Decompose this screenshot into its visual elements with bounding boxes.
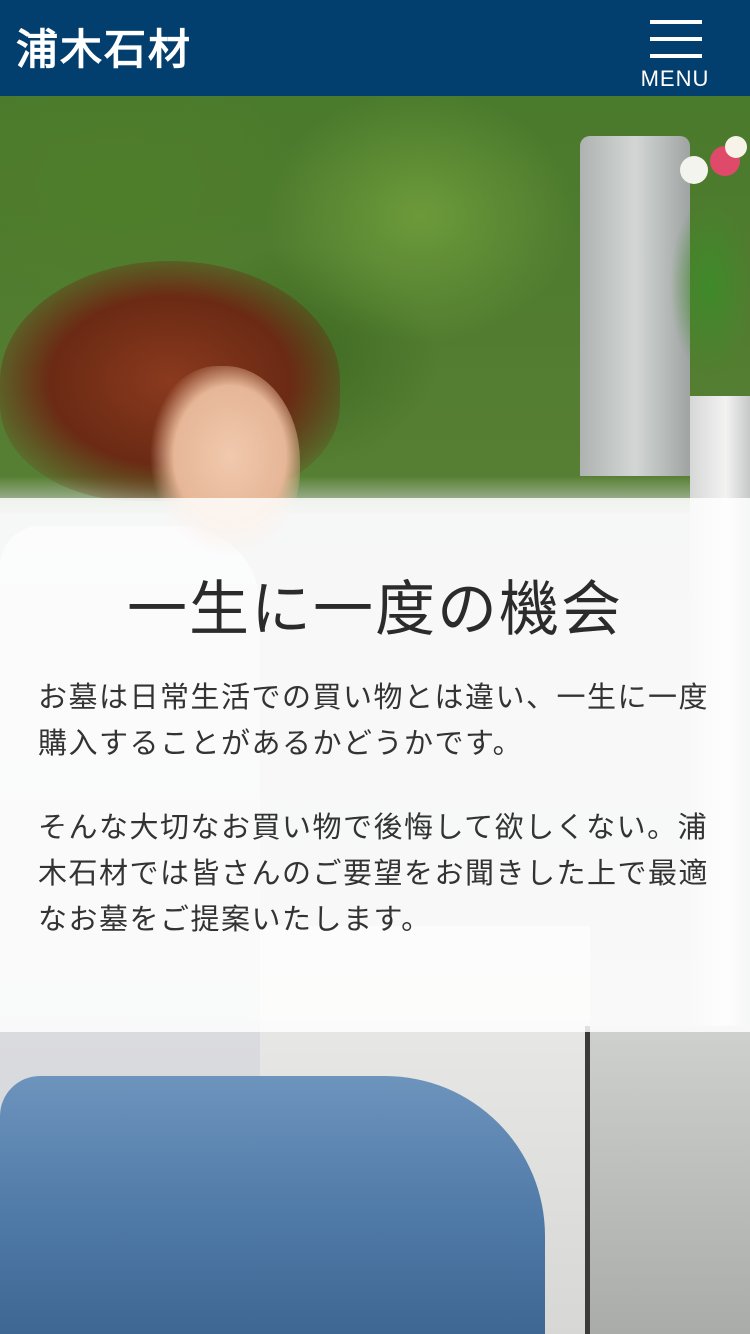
intro-paragraph-1: お墓は日常生活での買い物とは違い、一生に一度購入することがあるかどうかです。	[38, 680, 710, 760]
intro-paragraph-2: そんな大切なお買い物で後悔して欲しくない。浦木石材では皆さんのご要望をお聞きした…	[38, 810, 710, 936]
site-logo[interactable]: 浦木石材	[16, 22, 192, 78]
flowers-icon	[650, 136, 750, 396]
person-jeans	[0, 1076, 545, 1334]
menu-label: MENU	[640, 66, 710, 91]
site-header: 浦木石材 MENU	[0, 0, 750, 96]
gravestone-base	[590, 1026, 750, 1334]
page: 浦木石材 MENU 一生に一度の機会 お墓は日常生活での買い物とは違い、一生に一…	[0, 0, 750, 1334]
menu-button[interactable]: MENU	[630, 18, 720, 92]
hamburger-icon	[650, 20, 702, 58]
intro-headline: 一生に一度の機会	[127, 575, 623, 645]
intro-panel: 一生に一度の機会 お墓は日常生活での買い物とは違い、一生に一度購入することがある…	[0, 498, 750, 1032]
